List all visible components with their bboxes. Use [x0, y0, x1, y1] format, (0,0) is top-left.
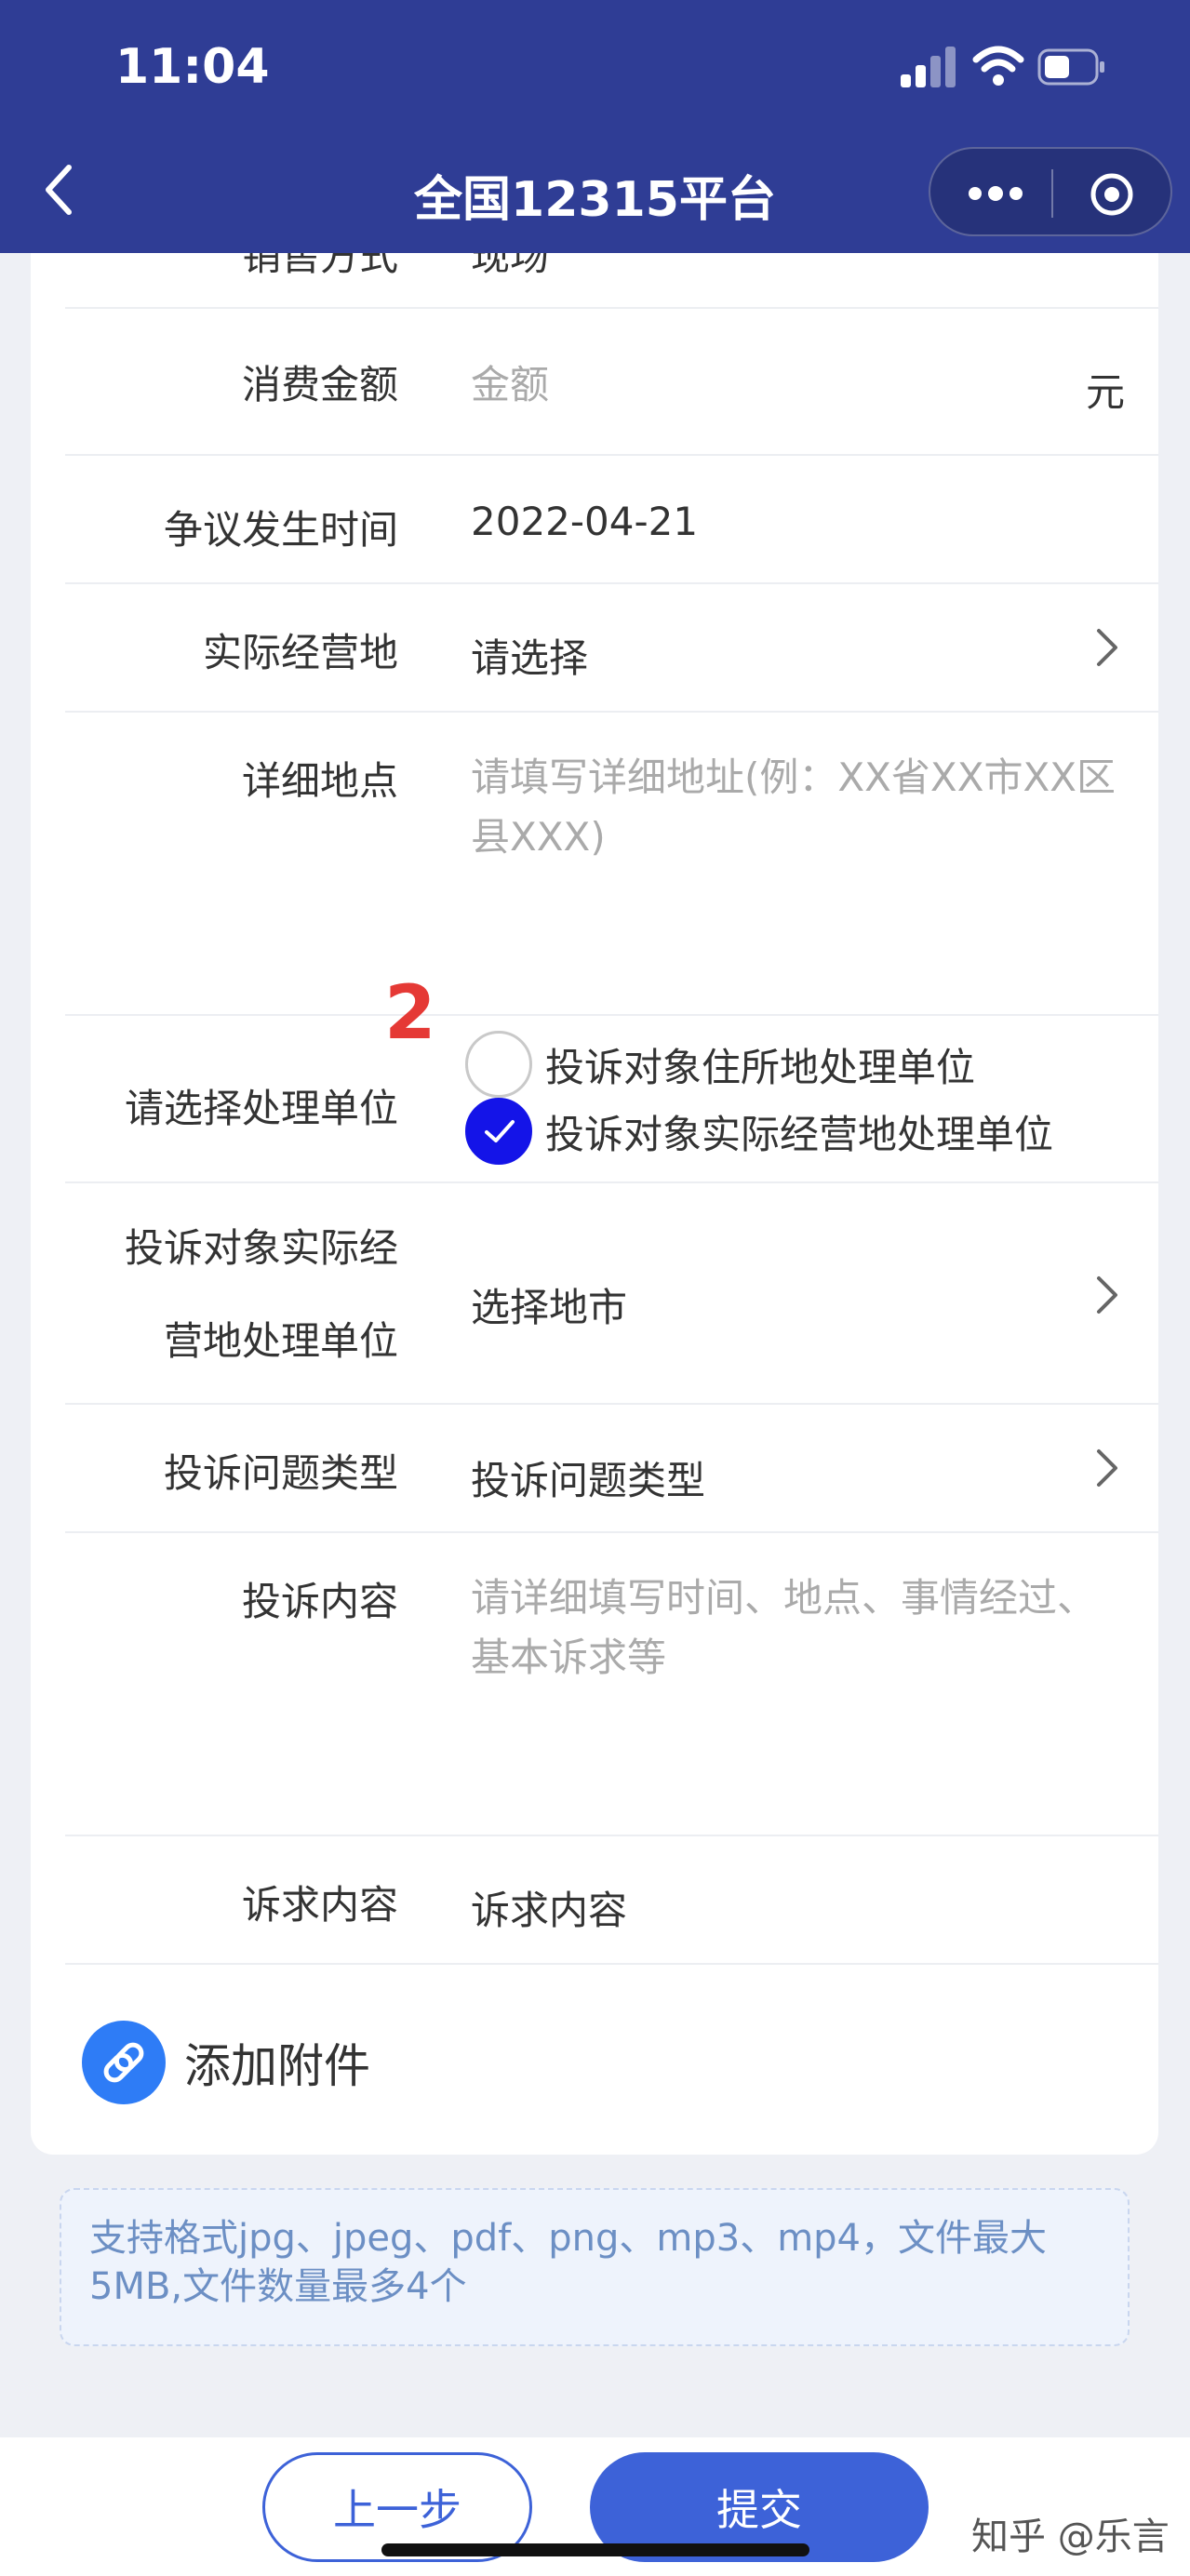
- miniprogram-capsule: [929, 147, 1172, 236]
- close-miniprogram-icon[interactable]: [1089, 171, 1135, 218]
- complaint-content-row: 投诉内容 请详细填写时间、地点、事情经过、基本诉求等: [65, 1533, 1158, 1836]
- address-textarea[interactable]: 请填写详细地址(例：XX省XX市XX区县XXX): [471, 748, 1122, 867]
- actual-unit-row[interactable]: 投诉对象实际经 营地处理单位 选择地市: [65, 1183, 1158, 1405]
- add-attachment-label: 添加附件: [184, 2039, 370, 2093]
- radio-label: 投诉对象住所地处理单位: [545, 1044, 976, 1090]
- handling-unit-row: 请选择处理单位 投诉对象住所地处理单位 投诉对象实际经营地处理单位: [65, 1016, 1158, 1183]
- radio-button-checked[interactable]: [465, 1098, 532, 1165]
- actual-unit-value: 选择地市: [471, 1285, 628, 1330]
- dispute-time-label: 争议发生时间: [163, 507, 398, 553]
- appeal-input[interactable]: 诉求内容: [471, 1879, 627, 1936]
- sales-method-row[interactable]: 销售方式 现场: [65, 253, 1158, 309]
- more-icon[interactable]: [958, 175, 1033, 212]
- top-nav-bar: 11:04 全国12315平台: [0, 0, 1190, 253]
- actual-unit-label-line2: 营地处理单位: [163, 1318, 398, 1364]
- dispute-time-value: 2022-04-21: [471, 499, 699, 544]
- home-indicator: [381, 2543, 809, 2556]
- complaint-content-textarea[interactable]: 请详细填写时间、地点、事情经过、基本诉求等: [471, 1568, 1122, 1688]
- amount-row: 消费金额 金额 元: [65, 309, 1158, 456]
- battery-icon: [1037, 48, 1104, 86]
- radio-button[interactable]: [465, 1031, 532, 1098]
- status-time: 11:04: [115, 39, 270, 95]
- watermark: 知乎 @乐言: [971, 2516, 1170, 2558]
- issue-type-value: 投诉问题类型: [471, 1458, 706, 1503]
- complaint-content-label: 投诉内容: [241, 1579, 398, 1624]
- row-label: 销售方式: [241, 253, 398, 279]
- chevron-right-icon: [1097, 629, 1117, 666]
- radio-option-actual-location[interactable]: 投诉对象实际经营地处理单位: [465, 1098, 1053, 1165]
- appeal-label: 诉求内容: [241, 1882, 398, 1928]
- amount-unit: 元: [1085, 369, 1125, 415]
- appeal-row: 诉求内容 诉求内容: [65, 1836, 1158, 1965]
- actual-location-label: 实际经营地: [202, 630, 398, 675]
- amount-label: 消费金额: [241, 362, 398, 407]
- chevron-right-icon: [1097, 1276, 1117, 1314]
- wifi-icon: [972, 46, 1024, 86]
- dispute-time-row[interactable]: 争议发生时间 2022-04-21: [65, 456, 1158, 584]
- paperclip-icon: [82, 2021, 166, 2104]
- radio-label: 投诉对象实际经营地处理单位: [545, 1111, 1054, 1157]
- actual-location-value: 请选择: [471, 635, 589, 681]
- actual-unit-label-line1: 投诉对象实际经: [124, 1225, 398, 1271]
- handling-unit-label: 请选择处理单位: [124, 1086, 398, 1131]
- complaint-form-card: 销售方式 现场 消费金额 金额 元 争议发生时间 2022-04-21 实际经营…: [31, 253, 1158, 2155]
- bottom-action-bar: 上一步 提交 知乎 @乐言: [0, 2437, 1190, 2576]
- chevron-right-icon: [1097, 1449, 1117, 1487]
- radio-option-residence[interactable]: 投诉对象住所地处理单位: [465, 1031, 975, 1098]
- file-format-tip: 支持格式jpg、jpeg、pdf、png、mp3、mp4，文件最大5MB,文件数…: [60, 2188, 1130, 2346]
- issue-type-row[interactable]: 投诉问题类型 投诉问题类型: [65, 1405, 1158, 1533]
- address-row: 详细地点 请填写详细地址(例：XX省XX市XX区县XXX): [65, 713, 1158, 1016]
- issue-type-label: 投诉问题类型: [163, 1450, 398, 1496]
- actual-location-row[interactable]: 实际经营地 请选择: [65, 584, 1158, 713]
- capsule-divider: [1051, 169, 1053, 218]
- address-label: 详细地点: [241, 758, 398, 804]
- row-value: 现场: [471, 253, 550, 279]
- cellular-signal-icon: [901, 47, 956, 87]
- add-attachment-button[interactable]: 添加附件: [82, 2021, 370, 2104]
- amount-input[interactable]: 金额: [471, 354, 549, 410]
- checkmark-icon: [485, 1120, 515, 1142]
